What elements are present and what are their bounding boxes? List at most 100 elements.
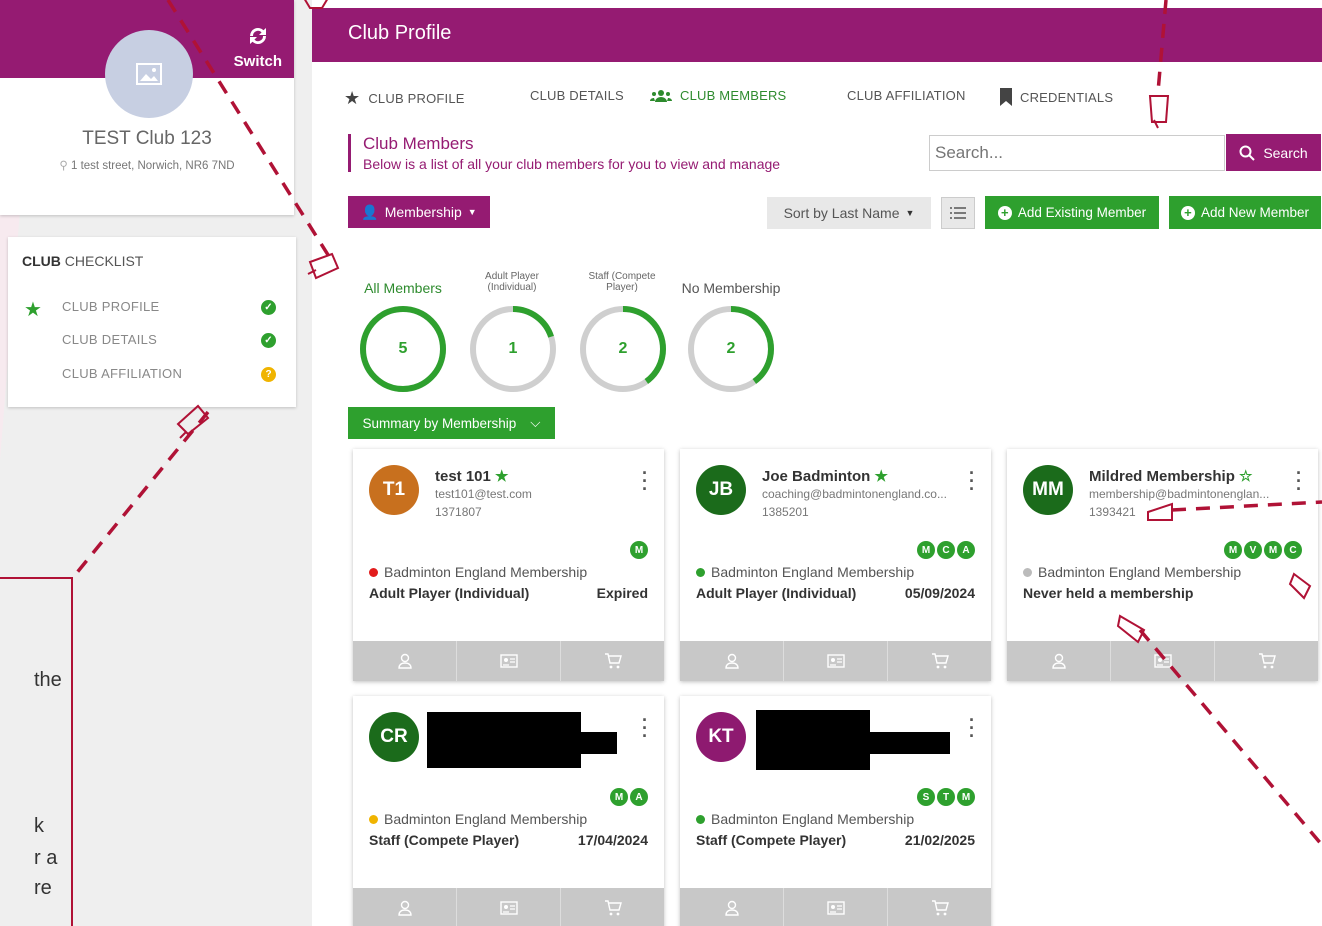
instruction-text: r a — [34, 847, 58, 869]
caret-down-icon: ▼ — [467, 207, 477, 217]
list-view-button[interactable] — [941, 197, 975, 229]
search-button[interactable]: Search — [1226, 134, 1321, 171]
section-header: Club Members Below is a list of all your… — [348, 134, 780, 172]
membership-badge: M — [917, 541, 935, 559]
card-actions — [680, 641, 991, 681]
avatar: JB — [696, 465, 746, 515]
membership-badge: C — [937, 541, 955, 559]
summary-ring[interactable]: 2 — [578, 304, 668, 394]
tab-club-profile[interactable]: ★ CLUB PROFILE — [344, 88, 465, 109]
card-actions — [1007, 641, 1318, 681]
add-existing-member-button[interactable]: + Add Existing Member — [985, 196, 1159, 229]
main-panel: Club Profile ★ CLUB PROFILE CLUB DETAILS … — [312, 0, 1322, 926]
bookmark-icon — [1000, 88, 1012, 106]
profile-button[interactable] — [353, 888, 457, 926]
caret-down-icon: ▼ — [905, 208, 915, 218]
id-card-button[interactable] — [1111, 641, 1215, 681]
cart-button[interactable] — [561, 641, 664, 681]
member-card[interactable]: KT ★···STMBadminton England MembershipSt… — [680, 696, 991, 926]
summary-ring[interactable]: 2 — [686, 304, 776, 394]
cart-button[interactable] — [888, 641, 991, 681]
tab-credentials[interactable]: CREDENTIALS — [1000, 88, 1113, 106]
header-bar: Club Profile — [312, 8, 1322, 62]
star-icon: ★ — [344, 88, 361, 108]
left-sidebar: Switch TEST Club 123 ⚲ 1 test street, No… — [0, 0, 310, 926]
membership-type: Badminton England Membership — [369, 811, 587, 827]
ring-count: 2 — [726, 340, 736, 357]
avatar: CR — [369, 712, 419, 762]
more-options-icon[interactable]: · · · — [969, 464, 975, 498]
member-card[interactable]: MM Mildred Membership ☆ membership@badmint… — [1007, 449, 1318, 681]
card-actions — [353, 641, 664, 681]
cart-button[interactable] — [888, 888, 991, 926]
member-email: coaching@badmintonengland.co... — [762, 487, 947, 501]
ring-label-staff: Staff (Compete Player) — [588, 271, 656, 293]
badge-row: MVMC — [1224, 541, 1302, 559]
ring-count: 1 — [508, 340, 518, 357]
star-icon[interactable]: ★ — [875, 468, 888, 485]
badge-row: MA — [610, 788, 648, 806]
tab-club-members[interactable]: CLUB MEMBERS — [650, 88, 786, 103]
status-dot — [1023, 567, 1032, 577]
more-options-icon[interactable]: · · · — [1296, 464, 1302, 498]
membership-type: Badminton England Membership — [696, 564, 914, 580]
cart-icon — [1258, 653, 1276, 669]
redacted-block — [756, 732, 950, 754]
sort-select[interactable]: Sort by Last Name ▼ — [767, 197, 931, 229]
tab-club-details[interactable]: CLUB DETAILS — [530, 88, 624, 103]
membership-expiry: 05/09/2024 — [904, 585, 975, 601]
membership-badge: A — [957, 541, 975, 559]
membership-badge: V — [1244, 541, 1262, 559]
profile-button[interactable] — [680, 641, 784, 681]
membership-category: Never held a membership — [1023, 585, 1194, 601]
membership-type: Badminton England Membership — [696, 811, 914, 827]
id-card-icon — [1153, 654, 1172, 668]
membership-dropdown[interactable]: 👤 Membership ▼ — [348, 196, 490, 228]
checklist-item-club-affiliation[interactable]: CLUB AFFILIATION — [62, 366, 182, 381]
user-icon — [724, 653, 739, 669]
cart-icon — [931, 653, 949, 669]
member-card[interactable]: CR ★···MABadminton England MembershipSta… — [353, 696, 664, 926]
user-icon — [397, 900, 412, 916]
add-new-member-button[interactable]: + Add New Member — [1169, 196, 1321, 229]
membership-badge: T — [937, 788, 955, 806]
id-card-button[interactable] — [784, 641, 888, 681]
star-icon[interactable]: ☆ — [1239, 468, 1252, 485]
profile-button[interactable] — [353, 641, 457, 681]
more-options-icon[interactable]: · · · — [642, 464, 648, 498]
summary-ring[interactable]: 1 — [468, 304, 558, 394]
cart-button[interactable] — [1215, 641, 1318, 681]
membership-category: Staff (Compete Player) — [696, 832, 847, 848]
profile-button[interactable] — [680, 888, 784, 926]
id-card-button[interactable] — [457, 888, 561, 926]
id-card-button[interactable] — [784, 888, 888, 926]
question-icon: ? — [261, 367, 276, 382]
search-input[interactable] — [929, 135, 1225, 171]
member-name: Mildred Membership ☆ — [1089, 468, 1253, 485]
club-card: Switch TEST Club 123 ⚲ 1 test street, No… — [0, 0, 294, 215]
image-placeholder-icon — [136, 63, 162, 85]
tab-club-affiliation[interactable]: CLUB AFFILIATION — [847, 88, 966, 103]
summary-ring[interactable]: 5 — [358, 304, 448, 394]
star-icon[interactable]: ★ — [495, 468, 508, 485]
member-card[interactable]: JB Joe Badminton ★ coaching@badmintonengla… — [680, 449, 991, 681]
id-card-button[interactable] — [457, 641, 561, 681]
search-icon — [1239, 145, 1256, 161]
badge-row: MCA — [917, 541, 975, 559]
checklist-item-club-details[interactable]: CLUB DETAILS — [62, 332, 157, 347]
checklist-item-club-profile[interactable]: CLUB PROFILE — [62, 299, 160, 314]
id-card-icon — [826, 901, 845, 915]
club-avatar[interactable] — [105, 30, 193, 118]
member-card[interactable]: T1 test 101 ★ test101@test.com 1371807 · · · M B… — [353, 449, 664, 681]
cart-button[interactable] — [561, 888, 664, 926]
membership-badge: C — [1284, 541, 1302, 559]
membership-badge: M — [610, 788, 628, 806]
more-options-icon[interactable]: · · · — [642, 711, 648, 745]
more-options-icon[interactable]: · · · — [969, 711, 975, 745]
check-icon: ✓ — [261, 300, 276, 315]
summary-by-membership-button[interactable]: Summary by Membership ⌵ — [348, 407, 555, 439]
id-card-icon — [826, 654, 845, 668]
switch-button[interactable]: Switch — [234, 24, 282, 71]
status-dot — [696, 814, 705, 824]
profile-button[interactable] — [1007, 641, 1111, 681]
